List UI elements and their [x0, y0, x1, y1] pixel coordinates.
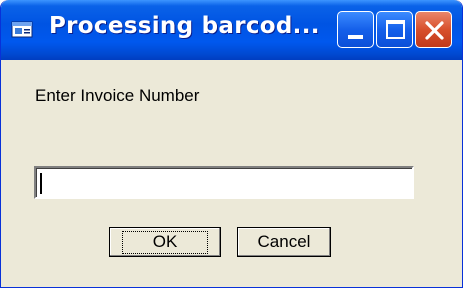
title-bar[interactable]: Processing barcod... [1, 0, 462, 60]
cancel-button-label: Cancel [257, 232, 311, 251]
maximize-icon [386, 20, 405, 39]
app-window-icon [11, 20, 35, 40]
dialog-window: Processing barcod... Enter Invoice Numbe… [0, 0, 463, 288]
maximize-button[interactable] [376, 11, 413, 48]
text-caret [40, 173, 42, 194]
close-icon [424, 20, 445, 41]
ok-button-label: OK [121, 230, 209, 254]
close-button[interactable] [415, 11, 452, 48]
window-title: Processing barcod... [49, 13, 320, 39]
cancel-button[interactable]: Cancel [237, 227, 331, 257]
minimize-icon [348, 35, 363, 39]
ok-button[interactable]: OK [109, 227, 221, 257]
minimize-button[interactable] [337, 11, 374, 48]
invoice-number-input[interactable] [34, 166, 414, 199]
prompt-label: Enter Invoice Number [35, 86, 200, 105]
